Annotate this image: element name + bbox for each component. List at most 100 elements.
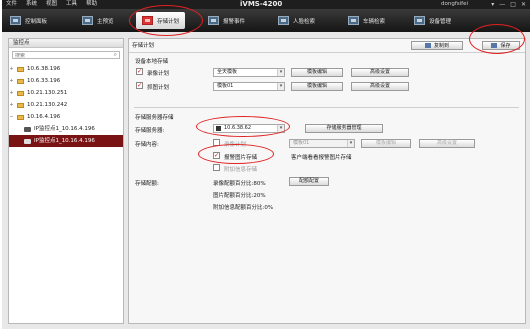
- tree-node-device[interactable]: + 10.21.130.242: [9, 99, 123, 111]
- chevron-down-icon: ▾: [277, 69, 284, 76]
- record-advanced-button[interactable]: 高级设置: [351, 68, 409, 77]
- storage-server-label: 存储服务器:: [135, 128, 165, 134]
- camera-icon: [24, 126, 31, 132]
- tree-node-device[interactable]: + 10.21.130.251: [9, 87, 123, 99]
- chevron-down-icon: ▾: [277, 83, 284, 90]
- user-name[interactable]: dongfsifei: [441, 1, 468, 8]
- server-advanced-button[interactable]: 高级设置: [419, 139, 475, 148]
- tree-node-device[interactable]: − 10.16.4.196: [9, 111, 123, 123]
- quota-record-percent: 录像配额百分比:80%: [213, 181, 266, 187]
- face-search-icon: [278, 16, 289, 25]
- capture-template-value: 模板01: [217, 83, 234, 89]
- tab-label: 设备管理: [429, 18, 452, 25]
- maximize-icon[interactable]: □: [510, 1, 516, 8]
- sidebar-title: 监控点: [9, 39, 123, 48]
- tab-label: 车辆检索: [363, 18, 386, 25]
- copy-to-label: 复制到: [433, 43, 449, 49]
- capture-template-select[interactable]: 模板01 ▾: [213, 82, 285, 91]
- record-plan-checkbox[interactable]: ✓: [136, 68, 143, 75]
- tab-device-management[interactable]: 设备管理: [414, 12, 451, 29]
- tree-node-label: 10.6.38.196: [27, 66, 61, 72]
- storage-server-value: 10.6.38.62: [224, 125, 252, 131]
- storage-quota-label: 存储配额:: [135, 181, 159, 187]
- main-preview-icon: [82, 16, 93, 25]
- menu-file[interactable]: 文件: [6, 1, 17, 8]
- capture-template-edit-button[interactable]: 模板编辑: [291, 82, 343, 91]
- search-icon[interactable]: ⌕: [114, 52, 117, 58]
- folder-icon: [17, 102, 24, 108]
- tree-node-camera[interactable]: IP监控点1_10.16.4.196: [9, 123, 123, 135]
- app-title: iVMS-4200: [240, 0, 283, 8]
- title-bar: 文件 系统 视图 工具 帮助 iVMS-4200 dongfsifei ▾ — …: [2, 0, 530, 9]
- extra-info-checkbox[interactable]: [213, 164, 220, 171]
- alarm-event-icon: [208, 16, 219, 25]
- divider: [129, 52, 525, 53]
- vehicle-search-icon: [348, 16, 359, 25]
- divider: [134, 107, 519, 108]
- tab-alarm-event[interactable]: 报警事件: [208, 12, 245, 29]
- alarm-picture-note: 客户端看看报警图片存储: [291, 155, 352, 161]
- extra-info-label: 附加信息存储: [224, 167, 258, 173]
- record-template-value: 全天模板: [217, 69, 238, 75]
- menu-tools[interactable]: 工具: [66, 1, 77, 8]
- chevron-down-icon: ▾: [277, 125, 284, 132]
- camera-tree-panel: 监控点 ⌕ + 10.6.38.196 + 10.6.33.196 + 10.2…: [8, 38, 124, 324]
- collapse-icon[interactable]: −: [9, 111, 14, 123]
- expand-icon[interactable]: +: [9, 63, 14, 75]
- expand-icon[interactable]: +: [9, 75, 14, 87]
- tree-node-label: 10.6.33.196: [27, 78, 61, 84]
- record-template-edit-button[interactable]: 模板编辑: [291, 68, 343, 77]
- alarm-picture-label: 报警图片存储: [224, 155, 258, 161]
- storage-server-select[interactable]: 10.6.38.62 ▾: [213, 124, 285, 133]
- folder-icon: [17, 78, 24, 84]
- menu-help[interactable]: 帮助: [86, 1, 97, 8]
- chevron-down-icon: ▾: [347, 140, 354, 147]
- tree-node-label: 10.16.4.196: [27, 114, 61, 120]
- capture-advanced-button[interactable]: 高级设置: [351, 82, 409, 91]
- menu-bar: 文件 系统 视图 工具 帮助: [6, 1, 97, 8]
- menu-system[interactable]: 系统: [26, 1, 37, 8]
- tab-label: 存储计划: [157, 18, 180, 25]
- dropdown-icon[interactable]: ▾: [491, 1, 494, 8]
- server-template-edit-button[interactable]: 模板编辑: [361, 139, 411, 148]
- tab-label: 报警事件: [223, 18, 246, 25]
- storage-server-manage-button[interactable]: 存储服务器管理: [305, 124, 383, 133]
- quota-config-button[interactable]: 配额配置: [289, 177, 329, 186]
- device-management-icon: [414, 16, 425, 25]
- search-box[interactable]: ⌕: [12, 51, 120, 59]
- tab-vehicle-search[interactable]: 车辆检索: [348, 12, 385, 29]
- panel-title: 存储计划: [132, 43, 155, 49]
- capture-plan-label: 抓图计划: [147, 85, 170, 91]
- quota-extra-percent: 附加信息配额百分比:0%: [213, 205, 274, 211]
- tree-node-device[interactable]: + 10.6.38.196: [9, 63, 123, 75]
- server-record-template-select[interactable]: 模板01 ▾: [289, 139, 355, 148]
- server-record-plan-label: 录像计划: [224, 142, 247, 148]
- tab-label: 主预览: [97, 18, 114, 25]
- search-input[interactable]: [13, 53, 119, 59]
- tab-main-preview[interactable]: 主预览: [82, 12, 114, 29]
- alarm-picture-checkbox[interactable]: ✓: [213, 152, 220, 159]
- save-button[interactable]: 保存: [482, 41, 520, 50]
- tree-node-label: IP监控点1_10.16.4.196: [34, 126, 95, 132]
- module-toolbar: 控制面板 主预览 存储计划 报警事件 人脸检索 车辆检索 设备管理: [2, 9, 530, 32]
- minimize-icon[interactable]: —: [499, 1, 505, 8]
- close-icon[interactable]: ✕: [521, 1, 526, 8]
- copy-icon: [424, 43, 431, 48]
- expand-icon[interactable]: +: [9, 87, 14, 99]
- record-plan-label: 录像计划: [147, 71, 170, 77]
- tab-label: 控制面板: [25, 18, 48, 25]
- folder-icon: [17, 114, 24, 120]
- tree-node-device[interactable]: + 10.6.33.196: [9, 75, 123, 87]
- folder-icon: [17, 66, 24, 72]
- storage-plan-panel: 存储计划 复制到 保存 设备本地存储 ✓ 录像计划 全天模板 ▾ 模板编辑 高级…: [128, 38, 526, 324]
- copy-to-button[interactable]: 复制到: [411, 41, 463, 50]
- tab-storage-plan[interactable]: 存储计划: [136, 12, 186, 29]
- menu-view[interactable]: 视图: [46, 1, 57, 8]
- tree-node-camera-selected[interactable]: IP监控点1_10.16.4.196: [9, 135, 123, 147]
- capture-plan-checkbox[interactable]: ✓: [136, 82, 143, 89]
- expand-icon[interactable]: +: [9, 99, 14, 111]
- record-template-select[interactable]: 全天模板 ▾: [213, 68, 285, 77]
- tab-face-search[interactable]: 人脸检索: [278, 12, 315, 29]
- tab-control-panel[interactable]: 控制面板: [10, 12, 47, 29]
- server-record-plan-checkbox[interactable]: [213, 139, 220, 146]
